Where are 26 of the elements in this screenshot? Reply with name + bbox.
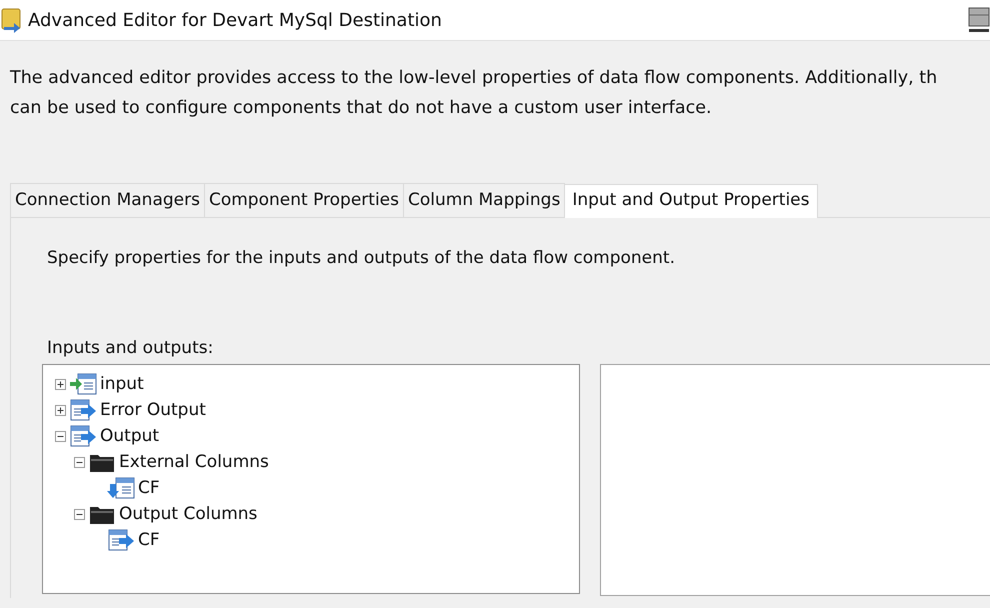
tree-item[interactable]: Output (100, 426, 160, 446)
table-arrow-icon (69, 397, 97, 423)
tree-item[interactable]: Error Output (100, 400, 206, 420)
collapse-icon[interactable] (55, 430, 66, 442)
table-arrow-icon (69, 423, 97, 449)
table-arrow-icon (69, 371, 97, 397)
tab[interactable]: Connection Managers (10, 183, 205, 217)
table-arrow-icon (107, 527, 135, 553)
tree-label: Inputs and outputs: (47, 338, 214, 358)
inputs-outputs-tree[interactable]: input Error Output Output External Columns CF Output Columns CF (42, 364, 580, 594)
app-icon (0, 7, 22, 33)
tab[interactable]: Input and Output Properties (564, 184, 818, 218)
tree-item[interactable]: Output Columns (119, 504, 258, 524)
instruction-text: Specify properties for the inputs and outputs of the data flow component. (47, 248, 676, 268)
window-title: Advanced Editor for Devart MySql Destination (28, 10, 442, 30)
expand-icon[interactable] (55, 404, 66, 416)
expand-icon[interactable] (55, 378, 66, 390)
tree-item[interactable]: CF (138, 530, 160, 550)
collapse-icon[interactable] (74, 456, 85, 468)
collapse-icon[interactable] (74, 508, 85, 520)
window-icon (968, 7, 990, 33)
tree-item[interactable]: input (100, 374, 144, 394)
description-text: The advanced editor provides access to the low-level properties of data flow components. Additionally, th can be used to configure components that do not have a custom user interface. (10, 67, 938, 120)
table-arrow-icon (107, 475, 135, 501)
tree-item[interactable]: External Columns (119, 452, 269, 472)
tree-item[interactable]: CF (138, 478, 160, 498)
